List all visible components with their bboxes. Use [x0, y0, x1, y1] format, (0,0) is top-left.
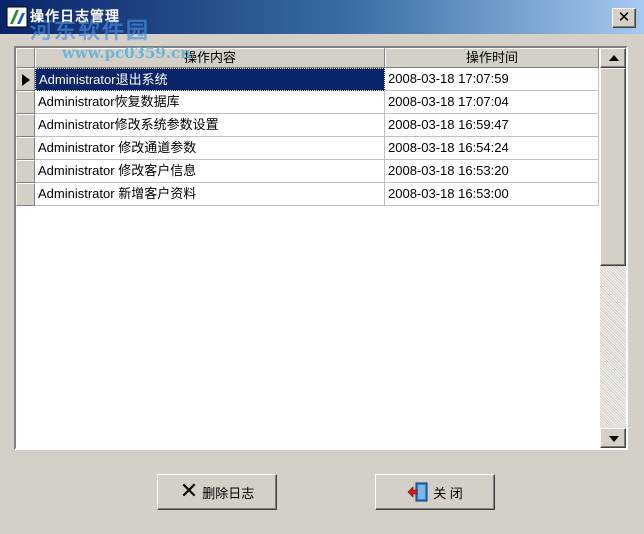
exit-door-icon — [407, 482, 428, 502]
close-button[interactable]: 关 闭 — [375, 474, 495, 510]
close-icon: ✕ — [617, 8, 631, 26]
table-row[interactable]: Administrator恢复数据库 2008-03-18 17:07:04 — [16, 91, 600, 114]
row-indicator[interactable] — [16, 91, 35, 114]
window-title: 操作日志管理 — [30, 9, 120, 25]
row-indicator[interactable] — [16, 68, 35, 91]
app-icon — [6, 6, 28, 28]
log-grid[interactable]: 操作内容 操作时间 Administrator退出系统 2008-03-18 1… — [14, 46, 628, 450]
window-close-button[interactable]: ✕ — [612, 8, 636, 28]
cell-content[interactable]: Administrator恢复数据库 — [35, 91, 385, 114]
cell-time[interactable]: 2008-03-18 17:07:04 — [385, 91, 599, 114]
title-bar[interactable]: 河东软件园 操作日志管理 ✕ — [0, 0, 644, 44]
row-indicator[interactable] — [16, 137, 35, 160]
table-row[interactable]: Administrator退出系统 2008-03-18 17:07:59 — [16, 68, 600, 91]
table-row[interactable]: Administrator 修改通道参数 2008-03-18 16:54:24 — [16, 137, 600, 160]
cell-time[interactable]: 2008-03-18 16:53:20 — [385, 160, 599, 183]
close-label: 关 闭 — [433, 485, 463, 501]
cell-content[interactable]: Administrator 修改客户信息 — [35, 160, 385, 183]
current-row-arrow-icon — [22, 74, 30, 86]
arrow-up-icon — [609, 55, 619, 61]
row-indicator[interactable] — [16, 160, 35, 183]
vertical-scrollbar[interactable] — [600, 48, 626, 448]
grid-body: 操作内容 操作时间 Administrator退出系统 2008-03-18 1… — [16, 48, 600, 448]
delete-log-button[interactable]: ✕ 删除日志 — [157, 474, 277, 510]
cell-time[interactable]: 2008-03-18 16:53:00 — [385, 183, 599, 206]
table-row[interactable]: Administrator 新增客户资料 2008-03-18 16:53:00 — [16, 183, 600, 206]
header-indicator — [16, 48, 35, 68]
cell-time[interactable]: 2008-03-18 16:54:24 — [385, 137, 599, 160]
table-row[interactable]: Administrator 修改客户信息 2008-03-18 16:53:20 — [16, 160, 600, 183]
column-header-time[interactable]: 操作时间 — [385, 48, 599, 68]
cell-time[interactable]: 2008-03-18 16:59:47 — [385, 114, 599, 137]
cell-content[interactable]: Administrator修改系统参数设置 — [35, 114, 385, 137]
cell-content[interactable]: Administrator 修改通道参数 — [35, 137, 385, 160]
scroll-up-button[interactable] — [600, 48, 626, 68]
watermark-url: www.pc0359.cn — [62, 44, 192, 62]
row-indicator[interactable] — [16, 183, 35, 206]
table-row[interactable]: Administrator修改系统参数设置 2008-03-18 16:59:4… — [16, 114, 600, 137]
row-indicator[interactable] — [16, 114, 35, 137]
cell-content[interactable]: Administrator退出系统 — [35, 68, 385, 91]
x-icon: ✕ — [179, 479, 199, 504]
delete-log-label: 删除日志 — [202, 485, 255, 501]
scroll-down-button[interactable] — [600, 428, 626, 448]
arrow-down-icon — [609, 436, 619, 442]
cell-content[interactable]: Administrator 新增客户资料 — [35, 183, 385, 206]
scrollbar-thumb[interactable] — [600, 68, 626, 266]
cell-time[interactable]: 2008-03-18 17:07:59 — [385, 68, 599, 91]
